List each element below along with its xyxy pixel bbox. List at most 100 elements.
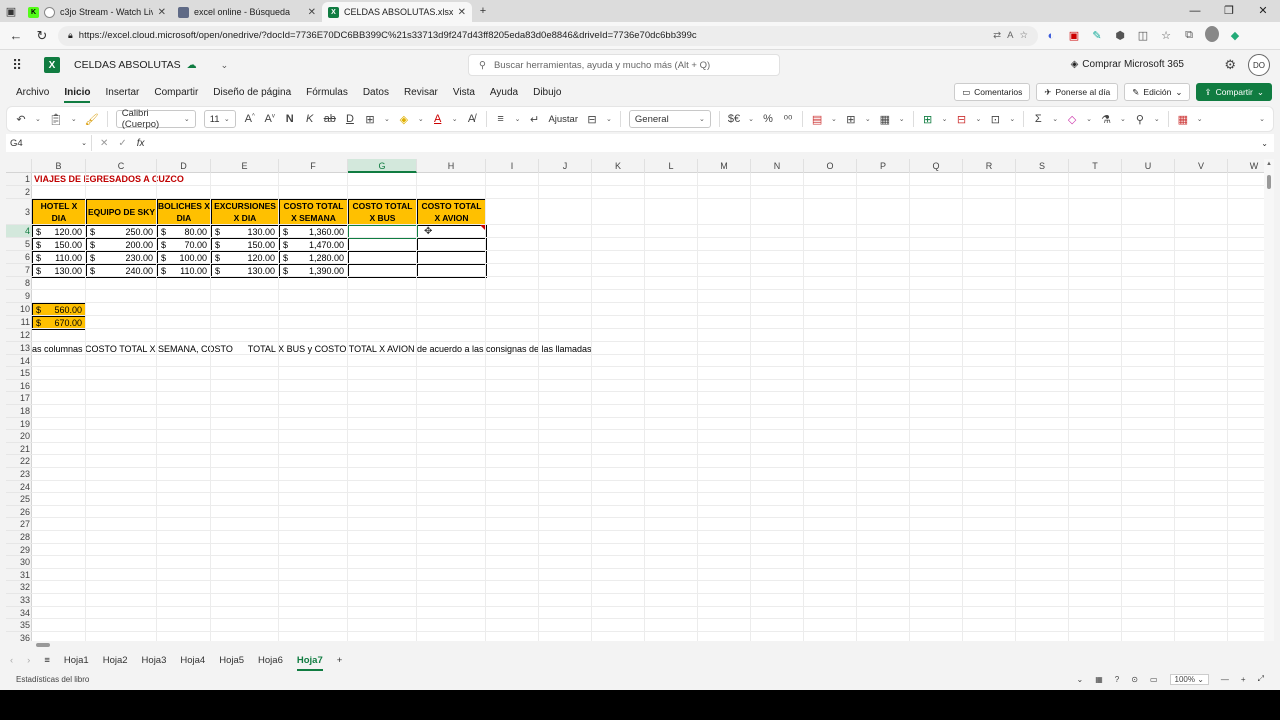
favorite-star-icon[interactable]: ☆ <box>1019 30 1028 41</box>
wrap-text-icon[interactable]: ↵ <box>528 113 540 126</box>
currency-icon[interactable]: $€ <box>728 113 740 125</box>
decrease-font-icon[interactable]: Av <box>264 113 276 125</box>
expand-formula-icon[interactable]: ⌄ <box>1261 139 1274 148</box>
paste-icon[interactable]: 📋︎ <box>49 113 63 126</box>
undo-icon[interactable]: ↶ <box>15 113 27 126</box>
paste-dropdown-icon[interactable]: ⌄ <box>71 115 77 123</box>
menu-fórmulas[interactable]: Fórmulas <box>306 84 348 101</box>
close-tab-icon[interactable]: ✕ <box>158 7 166 18</box>
font-family-select[interactable]: Calibri (Cuerpo) ⌄ <box>115 108 196 130</box>
all-sheets-icon[interactable]: ≡ <box>44 655 50 666</box>
expand-ribbon-icon[interactable]: ⌄ <box>1259 115 1265 123</box>
column-header-i[interactable]: I <box>486 159 539 173</box>
borders-dropdown-icon[interactable]: ⌄ <box>384 115 390 123</box>
sheet-tab-hoja3[interactable]: Hoja3 <box>142 653 167 668</box>
cf-dropdown-icon[interactable]: ⌄ <box>831 115 837 123</box>
close-tab-icon[interactable]: ✕ <box>458 7 466 18</box>
conditional-format-icon[interactable]: ▤ <box>811 113 823 126</box>
thousands-icon[interactable]: ⁰⁰ <box>782 113 794 126</box>
addins-icon[interactable]: ▦ <box>1177 113 1189 126</box>
find-dropdown-icon[interactable]: ⌄ <box>1154 115 1160 123</box>
column-header-h[interactable]: H <box>417 159 486 173</box>
header-costo-semana[interactable]: COSTO TOTAL X SEMANA <box>279 199 348 225</box>
column-header-p[interactable]: P <box>857 159 910 173</box>
merge-icon[interactable]: ⊟ <box>586 113 598 126</box>
row-header-32[interactable]: 32 <box>6 581 32 594</box>
format-cells-icon[interactable]: ⊡ <box>989 113 1001 126</box>
workbook-stats-link[interactable]: Estadísticas del libro <box>16 675 89 684</box>
row-header-14[interactable]: 14 <box>6 355 32 368</box>
function-icon[interactable]: fx <box>137 138 145 149</box>
chevron-down-icon[interactable]: ⌄ <box>221 60 229 71</box>
row-header-1[interactable]: 1 <box>6 173 32 186</box>
new-tab-icon[interactable]: + <box>472 0 494 22</box>
add-sheet-icon[interactable]: + <box>337 655 343 666</box>
normal-view-icon[interactable]: ▦ <box>1095 675 1103 684</box>
select-all-corner[interactable] <box>6 159 32 173</box>
horizontal-scrollbar[interactable] <box>6 641 1274 649</box>
insert-cells-icon[interactable]: ⊞ <box>922 113 934 126</box>
extension-icon[interactable]: ✎ <box>1090 29 1104 42</box>
browser-tab-excel[interactable]: X CELDAS ABSOLUTAS.xlsx ✕ <box>322 2 472 22</box>
filter-dropdown-icon[interactable]: ⌄ <box>1120 115 1126 123</box>
catchup-button[interactable]: ✈ Ponerse al día <box>1036 83 1119 101</box>
row-header-29[interactable]: 29 <box>6 544 32 557</box>
row-header-26[interactable]: 26 <box>6 506 32 519</box>
row-header-23[interactable]: 23 <box>6 468 32 481</box>
share-button[interactable]: ⇪ Compartir ⌄ <box>1196 83 1272 101</box>
extension-icon[interactable]: ◐ <box>1044 30 1058 42</box>
read-aloud-icon[interactable]: A <box>1007 30 1013 41</box>
header-boliches[interactable]: BOLICHES X DIA <box>157 199 211 225</box>
zoom-select[interactable]: 100% ⌄ <box>1169 673 1209 685</box>
chevron-down-icon[interactable]: ⌄ <box>1077 675 1084 684</box>
close-tab-icon[interactable]: ✕ <box>308 7 316 18</box>
font-size-select[interactable]: 11 ⌄ <box>203 110 236 128</box>
row-header-19[interactable]: 19 <box>6 418 32 431</box>
header-costo-bus[interactable]: COSTO TOTAL X BUS <box>348 199 417 225</box>
strikethrough-icon[interactable]: ab <box>324 113 336 125</box>
sheet-tab-hoja1[interactable]: Hoja1 <box>64 653 89 668</box>
editing-mode-button[interactable]: ✎ Edición ⌄ <box>1124 83 1191 101</box>
column-header-g[interactable]: G <box>348 159 417 173</box>
column-header-s[interactable]: S <box>1016 159 1069 173</box>
app-launcher-icon[interactable]: ⠿ <box>12 57 32 74</box>
page-view-icon[interactable]: ▭ <box>1150 675 1158 684</box>
percent-icon[interactable]: % <box>762 113 774 125</box>
row-header-7[interactable]: 7 <box>6 264 32 277</box>
column-header-k[interactable]: K <box>592 159 645 173</box>
row-header-17[interactable]: 17 <box>6 392 32 405</box>
minimize-icon[interactable]: — <box>1178 0 1212 22</box>
row-header-11[interactable]: 11 <box>6 316 32 329</box>
buy-microsoft-365-link[interactable]: ◈ Comprar Microsoft 365 <box>1071 59 1184 70</box>
split-screen-icon[interactable]: ◫ <box>1136 29 1150 42</box>
fill-color-icon[interactable]: ◈ <box>398 113 410 126</box>
url-field[interactable]: 🔒︎ https://excel.cloud.microsoft/open/on… <box>58 25 1038 46</box>
autosum-dropdown-icon[interactable]: ⌄ <box>1052 115 1058 123</box>
table-dropdown-icon[interactable]: ⌄ <box>865 115 871 123</box>
row-header-31[interactable]: 31 <box>6 569 32 582</box>
menu-archivo[interactable]: Archivo <box>16 84 49 101</box>
header-hotel[interactable]: HOTEL X DIA <box>32 199 86 225</box>
fit-icon[interactable]: ⤢ <box>1258 674 1264 684</box>
row-header-27[interactable]: 27 <box>6 518 32 531</box>
help-icon[interactable]: ? <box>1115 675 1119 684</box>
zoom-out-icon[interactable]: — <box>1221 675 1229 684</box>
scroll-thumb[interactable] <box>1267 175 1271 189</box>
underline-icon[interactable]: D <box>344 113 356 125</box>
sheet-tab-hoja4[interactable]: Hoja4 <box>180 653 205 668</box>
column-header-r[interactable]: R <box>963 159 1016 173</box>
row-header-12[interactable]: 12 <box>6 329 32 342</box>
format-as-table-icon[interactable]: ⊞ <box>845 113 857 126</box>
clear-format-icon[interactable]: A̸ <box>466 113 478 125</box>
vertical-scrollbar[interactable]: ▲ <box>1264 159 1274 645</box>
sidebar-toggle-icon[interactable]: ▣ <box>0 0 22 22</box>
borders-icon[interactable]: ⊞ <box>364 113 376 126</box>
increase-font-icon[interactable]: A^ <box>244 113 256 125</box>
column-header-b[interactable]: B <box>32 159 86 173</box>
row-header-10[interactable]: 10 <box>6 303 32 316</box>
column-header-d[interactable]: D <box>157 159 211 173</box>
column-header-o[interactable]: O <box>804 159 857 173</box>
cell-styles-icon[interactable]: ▦ <box>879 113 891 126</box>
column-header-v[interactable]: V <box>1175 159 1228 173</box>
back-icon[interactable]: ← <box>6 28 26 43</box>
